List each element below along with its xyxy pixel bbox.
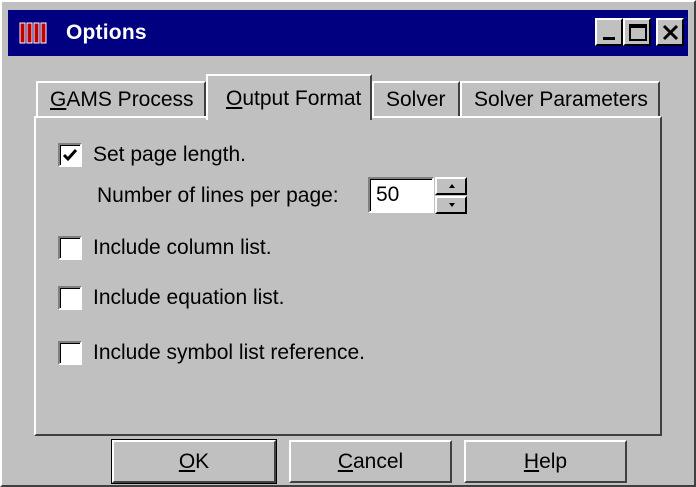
tab-gams-process[interactable]: GAMS Process — [36, 81, 206, 119]
arrow-up-icon — [449, 184, 455, 188]
include-column-list-checkbox[interactable] — [58, 236, 82, 260]
tab-mnemonic: O — [226, 87, 243, 110]
tab-label: Solver — [386, 88, 446, 111]
set-page-length-label: Set page length. — [93, 143, 246, 166]
lines-per-page-label: Number of lines per page: — [97, 184, 339, 207]
spin-down-button[interactable] — [435, 196, 467, 214]
cancel-label-rest: ancel — [352, 450, 404, 473]
tab-label: Solver Parameters — [474, 88, 648, 111]
title-bar[interactable]: Options — [8, 10, 688, 56]
window-title: Options — [66, 21, 147, 44]
minimize-icon — [603, 37, 615, 40]
include-symbol-list-label: Include symbol list reference. — [93, 341, 365, 364]
help-button[interactable]: Help — [464, 440, 627, 483]
set-page-length-checkbox[interactable] — [58, 143, 82, 167]
lines-per-page-input[interactable]: 50 — [368, 177, 434, 213]
arrow-down-icon — [449, 203, 455, 207]
options-dialog: Options GAMS Process Output Format Solve… — [0, 0, 696, 487]
tab-solver-parameters[interactable]: Solver Parameters — [460, 81, 660, 119]
tab-output-format[interactable]: Output Format — [206, 74, 372, 120]
app-icon — [19, 21, 49, 45]
ok-mnemonic: O — [178, 450, 196, 473]
maximize-button[interactable] — [623, 18, 651, 46]
include-equation-list-label: Include equation list. — [93, 286, 285, 309]
minimize-button[interactable] — [595, 18, 623, 46]
include-symbol-list-checkbox[interactable] — [58, 341, 82, 365]
tab-label-rest: utput Format — [242, 87, 362, 110]
tab-solver[interactable]: Solver — [372, 81, 460, 119]
include-column-list-label: Include column list. — [93, 236, 272, 259]
include-equation-list-checkbox[interactable] — [58, 286, 82, 310]
help-label-rest: elp — [539, 450, 568, 473]
cancel-mnemonic: C — [337, 450, 353, 473]
checkmark-icon — [62, 149, 78, 162]
maximize-icon — [629, 24, 647, 41]
ok-button[interactable]: OK — [111, 439, 277, 484]
close-icon — [662, 24, 679, 41]
spin-up-button[interactable] — [435, 177, 467, 195]
ok-label-rest: K — [195, 450, 210, 473]
tab-label-rest: AMS Process — [66, 88, 194, 111]
help-mnemonic: H — [523, 450, 540, 473]
cancel-button[interactable]: Cancel — [289, 440, 452, 483]
tab-mnemonic: G — [50, 88, 67, 111]
close-button[interactable] — [656, 18, 684, 46]
